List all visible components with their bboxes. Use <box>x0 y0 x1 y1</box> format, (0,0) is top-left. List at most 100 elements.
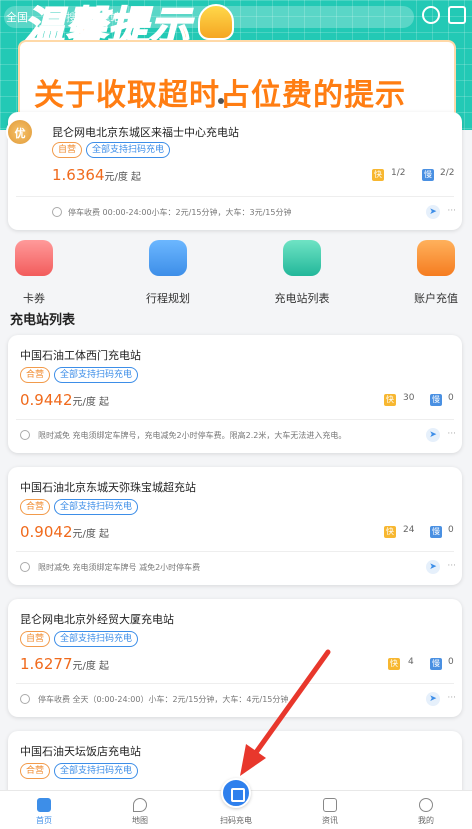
more-icon[interactable]: ··· <box>447 429 456 439</box>
price: 0.9042元/度 起 <box>20 523 109 541</box>
quick-menu-label: 卡券 <box>23 292 45 305</box>
operator-tag: 自营 <box>20 631 51 647</box>
station-name: 昆仑网电北京外经贸大厦充电站 <box>20 613 174 626</box>
station-card[interactable]: 中国石油工体西门充电站 合营 全部支持扫码充电 0.9442元/度 起 快 30… <box>8 335 462 453</box>
station-name: 中国石油北京东城天弥珠宝城超充站 <box>20 481 196 494</box>
price-value: 1.6364 <box>52 166 105 184</box>
profile-icon <box>419 798 433 812</box>
scan-icon[interactable] <box>221 778 251 808</box>
station-card[interactable]: 昆仑网电北京外经贸大厦充电站 自营 全部支持扫码充电 1.6277元/度 起 快… <box>8 599 462 717</box>
fast-charger-icon: 快 <box>372 169 384 181</box>
price-value: 0.9442 <box>20 391 73 409</box>
tab-profile[interactable]: 我的 <box>386 791 466 826</box>
operator-tag: 合营 <box>20 763 51 779</box>
featured-station-card[interactable]: 优 昆仑网电北京东城区来福士中心充电站 自营 全部支持扫码充电 1.6364元/… <box>6 112 462 230</box>
more-icon[interactable]: ··· <box>447 693 456 703</box>
quick-menu-label: 账户充值 <box>414 292 458 305</box>
price: 0.9442元/度 起 <box>20 391 109 409</box>
quick-menu-account-recharge[interactable]: 账户充值 <box>396 240 472 306</box>
scan-support-tag: 全部支持扫码充电 <box>86 142 171 158</box>
operator-tag: 自营 <box>52 142 83 158</box>
parking-info: 限时减免 充电须绑定车牌号，充电减免2小时停车费。限高2.2米，大车无法进入充电… <box>38 431 347 440</box>
tab-map[interactable]: 地图 <box>100 791 180 826</box>
fast-count: 30 <box>403 393 415 403</box>
station-card[interactable]: 中国石油北京东城天弥珠宝城超充站 合营 全部支持扫码充电 0.9042元/度 起… <box>8 467 462 585</box>
promo-banner[interactable]: 全国 搜索充电站 温馨提示 关于收取超时占位费的提示 <box>0 0 472 130</box>
price-value: 1.6277 <box>20 655 73 673</box>
slow-count: 0 <box>448 525 454 535</box>
scan-support-tag: 全部支持扫码充电 <box>54 367 139 383</box>
navigate-icon[interactable]: ➤ <box>426 428 440 442</box>
route-plan-icon <box>149 240 187 276</box>
tab-label: 我的 <box>418 816 434 825</box>
quick-menu-label: 行程规划 <box>146 292 190 305</box>
map-pin-icon <box>133 798 147 812</box>
scan-support-tag: 全部支持扫码充电 <box>54 763 139 779</box>
tab-label: 扫码充电 <box>220 816 252 825</box>
parking-icon <box>20 694 30 704</box>
more-icon[interactable]: ··· <box>447 561 456 571</box>
fast-charger-icon: 快 <box>388 658 400 670</box>
price-unit: 元/度 起 <box>72 661 110 672</box>
news-icon <box>323 798 337 812</box>
slow-count: 2/2 <box>440 168 455 178</box>
price-unit: 元/度 起 <box>72 529 110 540</box>
preferred-badge: 优 <box>6 118 34 146</box>
fast-count: 4 <box>408 657 414 667</box>
slow-charger-icon: 慢 <box>422 169 434 181</box>
station-list-icon <box>283 240 321 276</box>
navigate-icon[interactable]: ➤ <box>426 560 440 574</box>
parking-info: 限时减免 充电须绑定车牌号 减免2小时停车费 <box>38 563 201 572</box>
quick-menu-label: 充电站列表 <box>274 292 330 305</box>
station-name: 中国石油工体西门充电站 <box>20 349 141 362</box>
divider <box>16 419 454 420</box>
tab-home[interactable]: 首页 <box>4 791 84 826</box>
divider <box>16 196 454 197</box>
slow-charger-icon: 慢 <box>430 394 442 406</box>
price: 1.6277元/度 起 <box>20 655 109 673</box>
tab-label: 资讯 <box>322 816 338 825</box>
home-icon <box>37 798 51 812</box>
slow-charger-icon: 慢 <box>430 658 442 670</box>
parking-icon <box>20 562 30 572</box>
quick-menu-route-plan[interactable]: 行程规划 <box>128 240 208 306</box>
scan-support-tag: 全部支持扫码充电 <box>54 631 139 647</box>
slow-count: 0 <box>448 657 454 667</box>
quick-menu-station-list[interactable]: 充电站列表 <box>262 240 342 306</box>
carousel-indicator <box>218 98 224 104</box>
parking-info: 停车收费 00:00-24:00小车：2元/15分钟，大车：3元/15分钟 <box>68 208 292 217</box>
slow-count: 0 <box>448 393 454 403</box>
scan-support-tag: 全部支持扫码充电 <box>54 499 139 515</box>
station-name: 中国石油天坛饭店充电站 <box>20 745 141 758</box>
price: 1.6364元/度 起 <box>52 166 141 184</box>
operator-tag: 合营 <box>20 499 51 515</box>
tab-label: 地图 <box>132 816 148 825</box>
message-icon[interactable] <box>422 6 440 24</box>
parking-info: 停车收费 全天（0:00-24:00）小车：2元/15分钟，大车：4元/15分钟 <box>38 695 289 704</box>
divider <box>16 683 454 684</box>
coupon-icon <box>15 240 53 276</box>
scan-top-icon[interactable] <box>448 6 466 24</box>
tab-label: 首页 <box>36 816 52 825</box>
fast-charger-icon: 快 <box>384 394 396 406</box>
station-name: 昆仑网电北京东城区来福士中心充电站 <box>52 126 239 139</box>
fast-charger-icon: 快 <box>384 526 396 538</box>
price-unit: 元/度 起 <box>104 172 142 183</box>
more-icon[interactable]: ··· <box>447 206 456 216</box>
operator-tag: 合营 <box>20 367 51 383</box>
navigate-icon[interactable]: ➤ <box>426 692 440 706</box>
parking-icon <box>52 207 62 217</box>
section-title: 充电站列表 <box>10 313 76 328</box>
account-recharge-icon <box>417 240 455 276</box>
fast-count: 1/2 <box>391 168 406 178</box>
fast-count: 24 <box>403 525 415 535</box>
notice-text: 关于收取超时占位费的提示 <box>34 78 406 113</box>
price-value: 0.9042 <box>20 523 73 541</box>
tab-news[interactable]: 资讯 <box>290 791 370 826</box>
parking-icon <box>20 430 30 440</box>
bell-icon <box>198 4 234 40</box>
slow-charger-icon: 慢 <box>430 526 442 538</box>
quick-menu-coupon[interactable]: 卡券 <box>0 240 74 306</box>
navigate-icon[interactable]: ➤ <box>426 205 440 219</box>
divider <box>16 551 454 552</box>
